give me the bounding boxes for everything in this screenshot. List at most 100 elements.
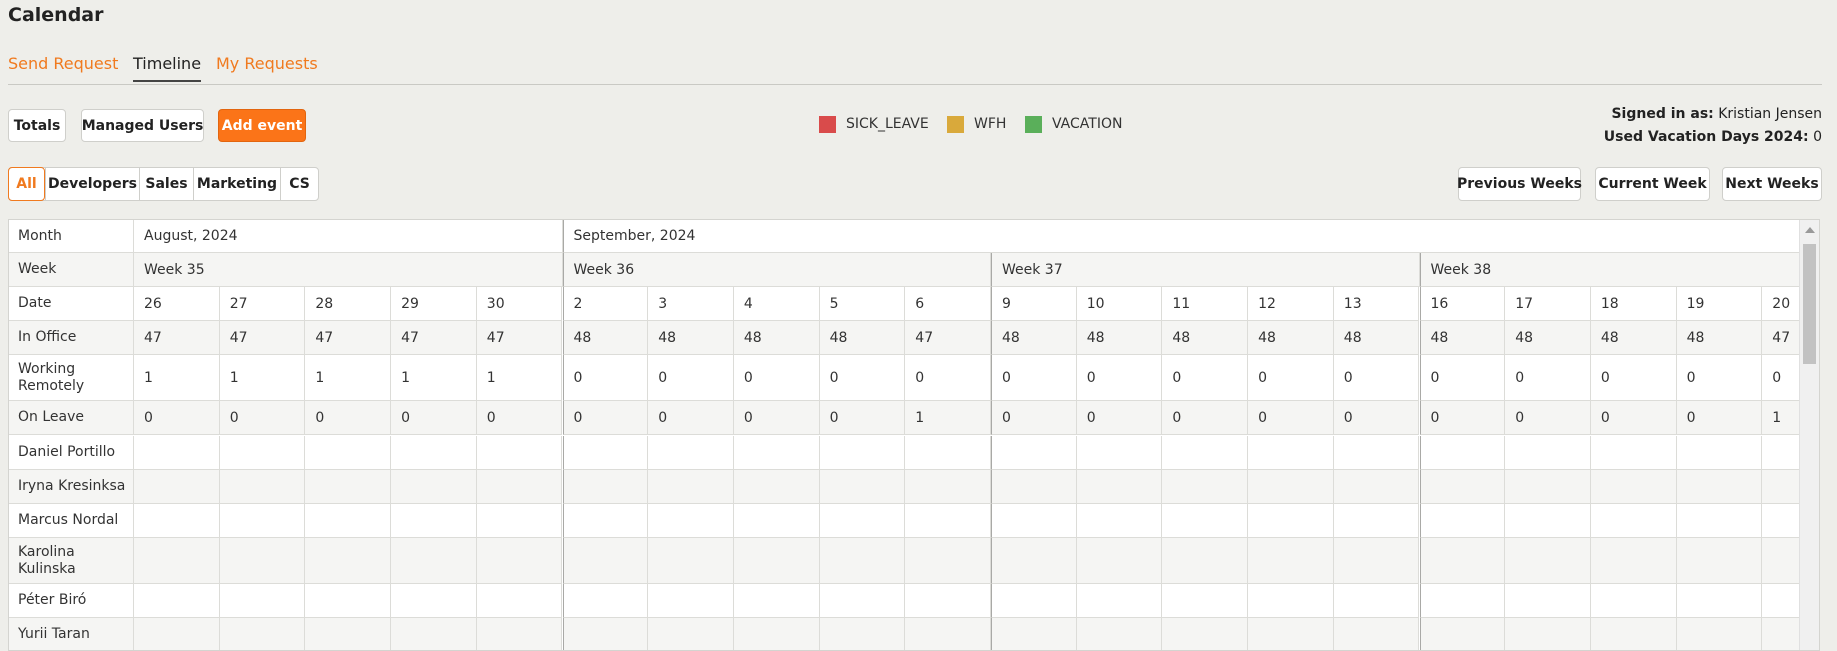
person-day-cell[interactable] [733, 584, 820, 618]
person-day-cell[interactable] [1676, 538, 1763, 584]
totals-button[interactable]: Totals [8, 109, 66, 142]
person-day-cell[interactable] [1248, 470, 1334, 504]
person-day-cell[interactable] [391, 436, 477, 470]
person-day-cell[interactable] [819, 504, 906, 538]
person-day-cell[interactable] [819, 470, 906, 504]
person-day-cell[interactable] [1505, 504, 1591, 538]
person-day-cell[interactable] [134, 470, 220, 504]
person-day-cell[interactable] [305, 584, 392, 618]
person-day-cell[interactable] [1162, 538, 1249, 584]
person-day-cell[interactable] [905, 470, 991, 504]
person-day-cell[interactable] [219, 618, 306, 650]
person-day-cell[interactable] [476, 618, 563, 650]
person-day-cell[interactable] [562, 504, 649, 538]
next-weeks-button[interactable]: Next Weeks [1722, 167, 1822, 201]
person-day-cell[interactable] [219, 584, 306, 618]
person-day-cell[interactable] [905, 504, 991, 538]
timeline-grid[interactable]: Month Week Date In Office Working Remotely On… [8, 219, 1820, 651]
person-day-cell[interactable] [733, 436, 820, 470]
person-day-cell[interactable] [1076, 538, 1163, 584]
person-day-cell[interactable] [905, 436, 991, 470]
person-day-cell[interactable] [476, 504, 563, 538]
previous-weeks-button[interactable]: Previous Weeks [1457, 167, 1582, 201]
person-day-cell[interactable] [1419, 538, 1506, 584]
filter-cs[interactable]: CS [280, 168, 318, 200]
person-day-cell[interactable] [476, 538, 563, 584]
person-day-cell[interactable] [1248, 584, 1334, 618]
person-day-cell[interactable] [1162, 584, 1249, 618]
tab-send-request[interactable]: Send Request [8, 54, 118, 73]
person-day-cell[interactable] [1333, 584, 1420, 618]
person-day-cell[interactable] [1590, 538, 1677, 584]
person-day-cell[interactable] [648, 584, 734, 618]
person-day-cell[interactable] [562, 470, 649, 504]
person-day-cell[interactable] [648, 504, 734, 538]
person-day-cell[interactable] [1333, 538, 1420, 584]
person-day-cell[interactable] [1676, 436, 1763, 470]
person-day-cell[interactable] [1076, 470, 1163, 504]
person-day-cell[interactable] [1162, 470, 1249, 504]
person-day-cell[interactable] [391, 538, 477, 584]
managed-users-button[interactable]: Managed Users [81, 109, 204, 142]
person-day-cell[interactable] [733, 470, 820, 504]
person-day-cell[interactable] [476, 436, 563, 470]
person-day-cell[interactable] [991, 470, 1077, 504]
person-day-cell[interactable] [1076, 504, 1163, 538]
add-event-button[interactable]: Add event [218, 109, 306, 142]
person-day-cell[interactable] [1419, 584, 1506, 618]
filter-developers[interactable]: Developers [45, 168, 139, 200]
filter-marketing[interactable]: Marketing [193, 168, 280, 200]
person-day-cell[interactable] [733, 618, 820, 650]
person-day-cell[interactable] [219, 470, 306, 504]
vertical-scrollbar[interactable] [1799, 220, 1819, 650]
person-day-cell[interactable] [134, 618, 220, 650]
person-day-cell[interactable] [819, 584, 906, 618]
person-day-cell[interactable] [1590, 504, 1677, 538]
person-day-cell[interactable] [562, 538, 649, 584]
person-day-cell[interactable] [1505, 470, 1591, 504]
current-week-button[interactable]: Current Week [1595, 167, 1710, 201]
person-day-cell[interactable] [391, 470, 477, 504]
person-day-cell[interactable] [1076, 618, 1163, 650]
person-day-cell[interactable] [991, 504, 1077, 538]
person-day-cell[interactable] [819, 538, 906, 584]
person-day-cell[interactable] [733, 504, 820, 538]
person-day-cell[interactable] [991, 584, 1077, 618]
person-day-cell[interactable] [1162, 436, 1249, 470]
person-day-cell[interactable] [134, 504, 220, 538]
person-day-cell[interactable] [219, 504, 306, 538]
person-day-cell[interactable] [819, 618, 906, 650]
person-day-cell[interactable] [391, 584, 477, 618]
person-day-cell[interactable] [1333, 618, 1420, 650]
person-day-cell[interactable] [391, 618, 477, 650]
person-day-cell[interactable] [1419, 436, 1506, 470]
person-day-cell[interactable] [1333, 470, 1420, 504]
person-day-cell[interactable] [305, 618, 392, 650]
person-day-cell[interactable] [1676, 504, 1763, 538]
person-day-cell[interactable] [1676, 584, 1763, 618]
person-day-cell[interactable] [1248, 618, 1334, 650]
person-day-cell[interactable] [905, 618, 991, 650]
tab-timeline[interactable]: Timeline [133, 54, 202, 82]
person-day-cell[interactable] [1590, 436, 1677, 470]
person-day-cell[interactable] [134, 538, 220, 584]
person-day-cell[interactable] [1162, 618, 1249, 650]
person-day-cell[interactable] [1333, 436, 1420, 470]
person-day-cell[interactable] [991, 618, 1077, 650]
person-day-cell[interactable] [476, 470, 563, 504]
person-day-cell[interactable] [1676, 470, 1763, 504]
person-day-cell[interactable] [1590, 470, 1677, 504]
person-day-cell[interactable] [1590, 618, 1677, 650]
person-day-cell[interactable] [1505, 436, 1591, 470]
person-day-cell[interactable] [1419, 470, 1506, 504]
person-day-cell[interactable] [305, 470, 392, 504]
person-day-cell[interactable] [905, 538, 991, 584]
person-day-cell[interactable] [1505, 538, 1591, 584]
person-day-cell[interactable] [1248, 538, 1334, 584]
person-day-cell[interactable] [1333, 504, 1420, 538]
person-day-cell[interactable] [1676, 618, 1763, 650]
person-day-cell[interactable] [305, 504, 392, 538]
tab-my-requests[interactable]: My Requests [216, 54, 318, 73]
person-day-cell[interactable] [1419, 504, 1506, 538]
person-day-cell[interactable] [991, 436, 1077, 470]
